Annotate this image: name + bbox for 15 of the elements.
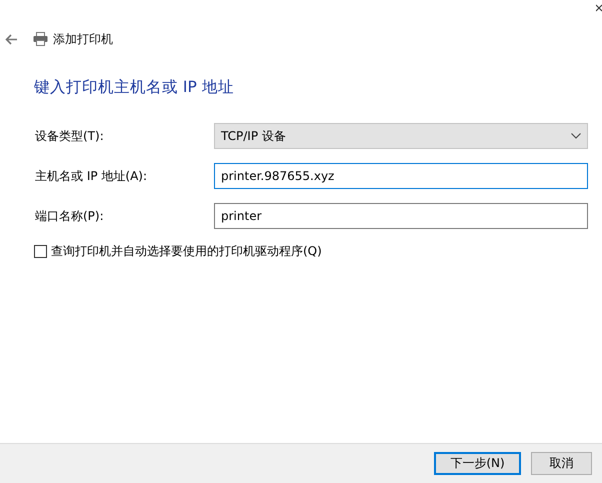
device-type-dropdown[interactable]: TCP/IP 设备 (214, 123, 588, 149)
checkbox-label[interactable]: 查询打印机并自动选择要使用的打印机驱动程序(Q) (51, 243, 322, 260)
input-field[interactable]: printer.987655.xyz (214, 163, 588, 189)
field-label: 设备类型(T): (35, 128, 105, 144)
back-arrow-icon[interactable] (5, 34, 18, 44)
printer-icon (33, 32, 48, 46)
field-label: 主机名或 IP 地址(A): (35, 168, 148, 184)
field-label: 端口名称(P): (35, 208, 105, 224)
page-heading: 键入打印机主机名或 IP 地址 (34, 77, 235, 97)
cancel-button[interactable]: 取消 (531, 452, 592, 475)
window-title: 添加打印机 (53, 30, 113, 48)
checkbox[interactable] (34, 245, 47, 258)
input-field[interactable]: printer (214, 203, 588, 229)
chevron-icon (571, 133, 581, 139)
next-button[interactable]: 下一步(N) (434, 452, 521, 475)
